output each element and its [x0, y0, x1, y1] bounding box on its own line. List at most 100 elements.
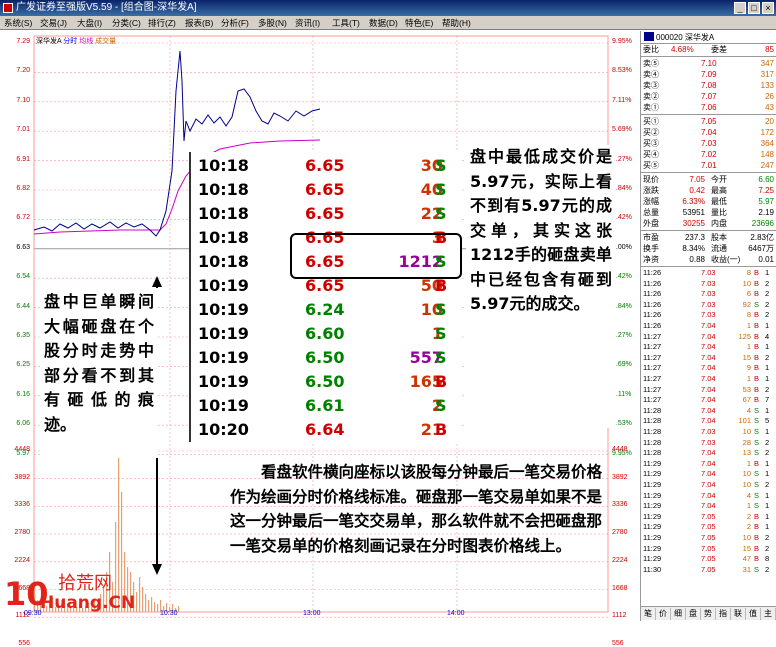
menu-system[interactable]: 系统(S) [4, 16, 32, 30]
tick-count: 2 [765, 564, 770, 574]
tick-price: 7.03 [701, 278, 716, 288]
tick-side: B [754, 533, 760, 542]
panel-tab[interactable]: 指 [716, 608, 731, 620]
app-icon [3, 3, 13, 13]
price-tick-label: 6.25 [16, 361, 30, 369]
tick-row: 11:29 7.05 15 B 2 [641, 544, 776, 555]
panel-tab[interactable]: 主 [761, 608, 776, 620]
logo-cn: 拾荒网 [58, 573, 112, 594]
bid-row: 买③ 7.03 364 [641, 138, 776, 149]
time-tick-label: 13:00 [303, 610, 321, 617]
tick-price: 7.04 [701, 384, 716, 394]
tick-row: 11:26 7.03 6 B 2 [641, 289, 776, 300]
tape-time: 10:18 [198, 228, 249, 247]
tick-volume: 9 [746, 363, 751, 373]
tick-side: S [754, 564, 760, 574]
panel-tab[interactable]: 盘 [686, 608, 701, 620]
pct-tick-label: 5.69% [612, 126, 632, 134]
menu-info[interactable]: 资讯(I) [295, 16, 320, 30]
volume-bar [154, 602, 156, 612]
annotation-bottom: 看盘软件横向座标以该股每分钟最后一笔交易价格作为绘画分时价格线标准。砸盘那一笔交… [230, 463, 603, 555]
tick-side: S [754, 427, 760, 436]
menu-market[interactable]: 大盘(I) [77, 16, 102, 30]
tape-price: 6.65 [305, 156, 345, 175]
bid-volume: 172 [760, 128, 774, 137]
panel-tab[interactable]: 势 [701, 608, 716, 620]
tick-count: 1 [765, 363, 770, 373]
stat-value: 237.3 [684, 233, 705, 242]
tape-volume: 40 [420, 180, 443, 199]
price-tick-label: 7.20 [16, 67, 30, 75]
menu-help[interactable]: 帮助(H) [442, 16, 471, 30]
menu-trade[interactable]: 交易(J) [40, 16, 67, 30]
panel-tab[interactable]: 值 [746, 608, 761, 620]
tick-volume: 4 [746, 490, 751, 500]
tick-time: 11:29 [643, 501, 662, 511]
panel-tab[interactable]: 联 [731, 608, 746, 620]
legend-average[interactable]: 均线 [79, 38, 93, 45]
window-titlebar: 广发证券至强版V5.59 - [组合图-深华发A] _ □ × [0, 0, 776, 16]
tick-volume: 28 [742, 437, 751, 447]
tick-count: 1 [765, 321, 770, 330]
stat-label: 内盘 [711, 219, 727, 228]
menu-features[interactable]: 特色(E) [405, 16, 433, 30]
price-tick-label: 6.91 [16, 155, 30, 163]
tick-side: B [754, 321, 760, 330]
tick-side: B [754, 384, 760, 394]
tick-volume: 10 [742, 469, 751, 479]
menu-tools[interactable]: 工具(T) [332, 16, 360, 30]
tick-side: B [754, 310, 760, 320]
tick-side: B [754, 458, 760, 468]
stat-value: 0.42 [689, 186, 705, 195]
bid-volume: 364 [760, 139, 774, 148]
stat-value: 2.83亿 [750, 233, 774, 242]
tick-price: 7.03 [701, 437, 716, 447]
tick-count: 8 [765, 554, 770, 564]
tape-price: 6.64 [305, 420, 345, 439]
tick-price: 7.05 [701, 543, 716, 553]
tape-price: 6.65 [305, 180, 345, 199]
tick-time: 11:27 [643, 352, 662, 362]
stat-label: 股本 [711, 233, 727, 242]
panel-tab[interactable]: 笔 [641, 608, 656, 620]
arrow-head-down [152, 564, 162, 575]
tape-row: 10:19 6.24 10 S [191, 298, 463, 322]
menu-multi-stock[interactable]: 多股(N) [258, 16, 287, 30]
tick-row: 11:26 7.03 92 S 2 [641, 300, 776, 311]
tick-volume: 8 [746, 268, 751, 277]
tick-price: 7.04 [701, 321, 716, 330]
panel-tab[interactable]: 细 [671, 608, 686, 620]
tick-volume: 125 [738, 331, 751, 341]
ask-price: 7.09 [701, 70, 717, 79]
close-button[interactable]: × [762, 2, 774, 14]
price-tick-label: 6.82 [16, 185, 30, 192]
tape-volume: 22 [420, 204, 443, 223]
legend-volume[interactable]: 成交量 [95, 38, 116, 45]
tick-count: 2 [765, 533, 770, 542]
ask-volume: 317 [760, 70, 774, 79]
menu-category[interactable]: 分类(C) [112, 16, 141, 30]
panel-tab[interactable]: 价 [656, 608, 671, 620]
tape-volume: 165 [409, 372, 443, 391]
tape-time: 10:20 [198, 420, 249, 439]
menu-data[interactable]: 数据(D) [369, 16, 398, 30]
tape-price: 6.65 [305, 204, 345, 223]
tick-side: B [754, 395, 760, 405]
tick-volume: 8 [746, 310, 751, 320]
tick-count: 2 [765, 310, 770, 320]
maximize-button[interactable]: □ [748, 2, 760, 14]
menu-analysis[interactable]: 分析(F) [221, 16, 249, 30]
tape-volume: 1 [431, 324, 443, 343]
menu-ranking[interactable]: 排行(Z) [148, 16, 176, 30]
time-tick-label: 14:00 [447, 610, 465, 617]
volume-tick-label: 556 [18, 639, 30, 647]
tick-count: 4 [765, 331, 770, 341]
tick-count: 1 [765, 490, 770, 500]
panel-tabs: 笔价细盘势指联值主 [641, 606, 776, 620]
legend-intraday[interactable]: 分时 [63, 38, 77, 45]
tape-price: 6.61 [305, 396, 345, 415]
minimize-button[interactable]: _ [734, 2, 746, 14]
stat-value: 8.34% [682, 244, 705, 253]
stat-value: 5.97 [758, 197, 774, 206]
menu-report[interactable]: 报表(B) [185, 16, 213, 30]
